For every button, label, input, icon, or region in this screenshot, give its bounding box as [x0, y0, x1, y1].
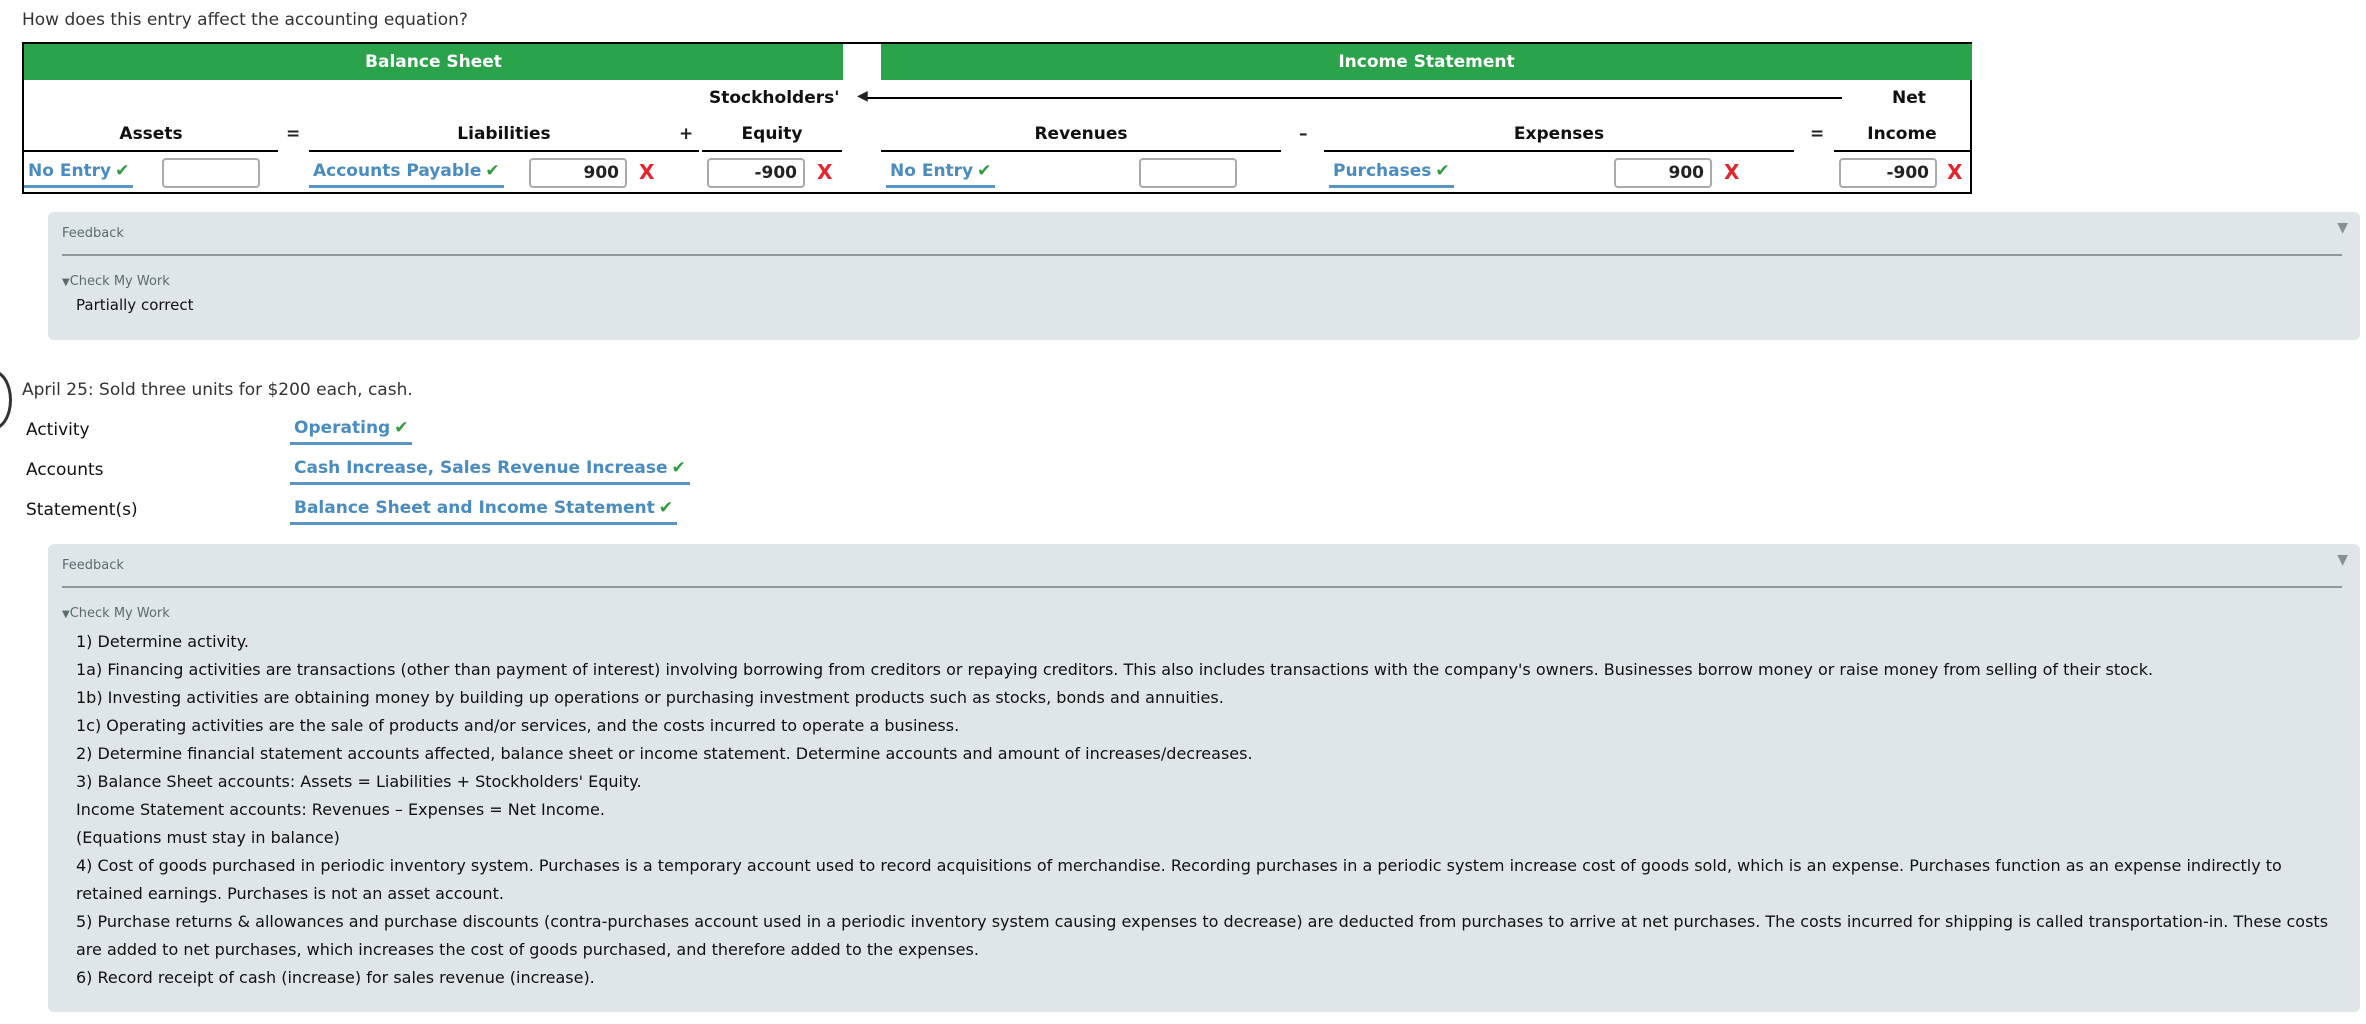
- equals-operator-2: =: [1810, 124, 1825, 144]
- arrow-line: [867, 97, 1842, 99]
- collapse-triangle-icon[interactable]: ▼: [2337, 552, 2348, 568]
- incorrect-x-icon: X: [817, 160, 833, 184]
- accounts-select[interactable]: Cash Increase, Sales Revenue Increase ✔: [290, 458, 690, 485]
- net-income-amount-input[interactable]: -900: [1839, 158, 1937, 188]
- feedback-line: 5) Purchase returns & allowances and pur…: [76, 912, 2329, 959]
- expenses-rule: [1324, 150, 1794, 152]
- question-number-circle: [0, 370, 12, 430]
- liabilities-amount-input[interactable]: 900: [529, 158, 627, 188]
- revenues-account-select[interactable]: No Entry ✔: [886, 161, 996, 188]
- feedback-label: Feedback: [62, 226, 124, 241]
- feedback-panel-2: Feedback ▼ ▼Check My Work 1) Determine a…: [48, 544, 2360, 1012]
- check-icon: ✔: [394, 418, 409, 438]
- feedback-label: Feedback: [62, 558, 124, 573]
- net-header-line1: Net: [1892, 88, 1926, 108]
- check-my-work-toggle[interactable]: ▼Check My Work: [62, 274, 170, 289]
- assets-amount-input[interactable]: [162, 158, 260, 188]
- equity-header: Equity: [741, 124, 803, 144]
- feedback-line: (Equations must stay in balance): [76, 828, 340, 847]
- liabilities-account-select[interactable]: Accounts Payable ✔: [309, 161, 504, 188]
- accounts-label: Accounts: [26, 460, 104, 480]
- income-statement-header: Income Statement: [881, 44, 1972, 80]
- result-status: Partially correct: [76, 296, 194, 314]
- incorrect-x-icon: X: [639, 160, 655, 184]
- equity-amount-input[interactable]: -900: [707, 158, 805, 188]
- revenues-rule: [881, 150, 1281, 152]
- accounting-equation-table: Balance Sheet Income Statement Stockhold…: [22, 42, 1972, 194]
- assets-header: Assets: [119, 124, 183, 144]
- feedback-panel-1: Feedback ▼ ▼Check My Work Partially corr…: [48, 212, 2360, 340]
- statements-label: Statement(s): [26, 500, 138, 520]
- revenues-amount-input[interactable]: [1139, 158, 1237, 188]
- feedback-divider: [62, 586, 2342, 588]
- feedback-line: 1b) Investing activities are obtaining m…: [76, 688, 1224, 707]
- check-icon: ✔: [658, 498, 674, 518]
- closing-arrow: ◀: [857, 88, 1842, 106]
- feedback-line: 6) Record receipt of cash (increase) for…: [76, 968, 595, 987]
- expenses-header: Expenses: [1513, 124, 1605, 144]
- statements-select[interactable]: Balance Sheet and Income Statement ✔: [290, 498, 678, 525]
- check-icon: ✔: [977, 161, 992, 181]
- check-icon: ✔: [671, 458, 686, 478]
- arrow-left-icon: ◀: [857, 88, 868, 104]
- expand-triangle-icon: ▼: [62, 277, 70, 288]
- collapse-triangle-icon[interactable]: ▼: [2337, 220, 2348, 236]
- incorrect-x-icon: X: [1947, 160, 1963, 184]
- assets-rule: [24, 150, 278, 152]
- check-my-work-toggle[interactable]: ▼Check My Work: [62, 606, 170, 621]
- activity-select[interactable]: Operating ✔: [290, 418, 413, 445]
- check-icon: ✔: [485, 161, 500, 181]
- feedback-explanation: 1) Determine activity. 1a) Financing act…: [76, 628, 2346, 992]
- liabilities-header: Liabilities: [457, 124, 551, 144]
- feedback-line: 1a) Financing activities are transaction…: [76, 660, 2154, 679]
- feedback-line: 1) Determine activity.: [76, 632, 249, 651]
- income-rule: [1834, 150, 1970, 152]
- equity-rule: [702, 150, 842, 152]
- expenses-amount-input[interactable]: 900: [1614, 158, 1712, 188]
- equals-operator: =: [286, 124, 301, 144]
- expenses-account-select[interactable]: Purchases ✔: [1329, 161, 1454, 188]
- feedback-divider: [62, 254, 2342, 256]
- check-icon: ✔: [1435, 161, 1450, 181]
- income-header: Income: [1867, 124, 1937, 144]
- assets-account-select[interactable]: No Entry ✔: [24, 161, 134, 188]
- minus-operator: –: [1299, 124, 1308, 144]
- balance-sheet-header: Balance Sheet: [24, 44, 843, 80]
- question-prompt: How does this entry affect the accountin…: [22, 10, 468, 30]
- activity-label: Activity: [26, 420, 90, 440]
- transaction-description: April 25: Sold three units for $200 each…: [22, 380, 413, 400]
- revenues-header: Revenues: [1034, 124, 1128, 144]
- feedback-line: 3) Balance Sheet accounts: Assets = Liab…: [76, 772, 642, 791]
- feedback-line: 4) Cost of goods purchased in periodic i…: [76, 856, 2282, 903]
- stockholders-header-line1: Stockholders': [709, 88, 840, 108]
- incorrect-x-icon: X: [1724, 160, 1740, 184]
- plus-operator: +: [679, 124, 694, 144]
- liabilities-rule: [309, 150, 699, 152]
- feedback-line: 2) Determine financial statement account…: [76, 744, 1253, 763]
- feedback-line: 1c) Operating activities are the sale of…: [76, 716, 960, 735]
- check-icon: ✔: [115, 161, 130, 181]
- expand-triangle-icon: ▼: [62, 609, 70, 620]
- feedback-line: Income Statement accounts: Revenues – Ex…: [76, 800, 605, 819]
